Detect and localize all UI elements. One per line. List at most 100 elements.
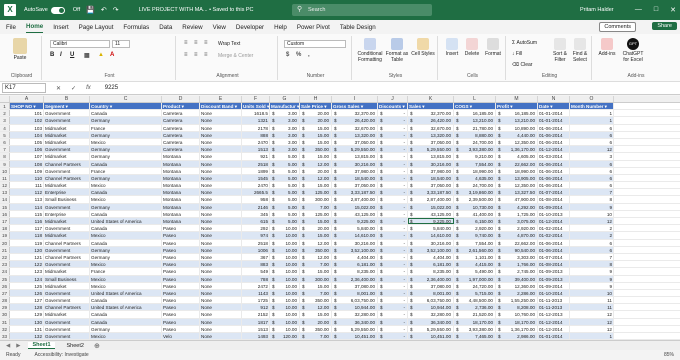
table-cell[interactable]: 2472 — [242, 282, 270, 289]
table-cell[interactable]: None — [200, 275, 242, 282]
table-cell[interactable]: $3,93,380.00 — [454, 146, 496, 153]
table-cell[interactable]: $37,080.00 — [332, 282, 378, 289]
table-cell[interactable]: None — [200, 124, 242, 131]
table-cell[interactable]: 6 — [570, 182, 614, 189]
table-cell[interactable]: Germany — [90, 246, 162, 253]
table-cell[interactable]: Channel Partners — [44, 174, 90, 182]
table-cell[interactable]: 103 — [10, 124, 44, 131]
row-number[interactable]: 1 — [0, 103, 10, 110]
table-cell[interactable]: 1 — [570, 117, 614, 124]
table-cell[interactable]: Paseo — [162, 246, 200, 253]
row-number[interactable]: 25 — [0, 275, 10, 282]
table-cell[interactable]: $10.00 — [270, 311, 300, 318]
table-cell[interactable]: $4,292.00 — [496, 203, 538, 210]
table-cell[interactable]: $1,36,170.00 — [496, 146, 538, 153]
table-cell[interactable]: $15.00 — [300, 124, 332, 131]
wrap-text-button[interactable]: Wrap Text — [218, 41, 268, 47]
table-cell[interactable]: $2,87,400.00 — [408, 196, 454, 203]
table-cell[interactable]: None — [200, 138, 242, 146]
table-cell[interactable]: $15.00 — [300, 131, 332, 138]
tab-page-layout[interactable]: Page Layout — [79, 22, 114, 33]
table-cell[interactable]: None — [200, 318, 242, 325]
table-cell[interactable]: $5.00 — [270, 203, 300, 210]
table-cell[interactable]: None — [200, 146, 242, 153]
table-cell[interactable]: None — [200, 110, 242, 117]
table-cell[interactable]: $ - — [378, 325, 408, 332]
table-cell[interactable]: $15.00 — [300, 268, 332, 275]
table-cell[interactable]: Paseo — [162, 325, 200, 332]
table-cell[interactable]: 2665.5 — [242, 189, 270, 196]
table-cell[interactable]: $5,29,550.00 — [332, 146, 378, 153]
table-cell[interactable]: Government — [44, 297, 90, 304]
table-cell[interactable]: $ - — [378, 160, 408, 167]
fill-color-icon[interactable]: ▲ — [98, 52, 104, 58]
table-cell[interactable]: 8 — [570, 196, 614, 203]
table-cell[interactable]: 1 — [570, 110, 614, 117]
row-number[interactable]: 32 — [0, 325, 10, 332]
table-cell[interactable]: 01-01-2014 — [538, 333, 570, 340]
table-cell[interactable]: Germany — [90, 153, 162, 160]
table-cell[interactable]: None — [200, 289, 242, 297]
table-cell[interactable]: None — [200, 253, 242, 261]
table-header-cell[interactable]: Discount Band ▾ — [200, 103, 242, 110]
table-cell[interactable]: 129 — [10, 311, 44, 318]
table-cell[interactable]: Germany — [90, 117, 162, 124]
table-cell[interactable]: $18,170.00 — [454, 318, 496, 325]
comma-style-icon[interactable]: , — [308, 52, 310, 58]
tab-file[interactable]: File — [6, 22, 16, 33]
column-header-e[interactable]: E — [200, 96, 242, 102]
table-cell[interactable]: 1513 — [242, 146, 270, 153]
undo-icon[interactable]: ↶ — [101, 6, 107, 14]
addins-button[interactable]: Add-ins — [596, 38, 618, 57]
table-cell[interactable]: $10,451.00 — [332, 333, 378, 340]
row-number[interactable]: 9 — [0, 160, 10, 167]
autosum-button[interactable]: Σ AutoSum — [512, 40, 552, 46]
table-cell[interactable]: $6,150.00 — [454, 218, 496, 225]
sort-filter-button[interactable]: Sort & Filter — [550, 38, 570, 63]
table-cell[interactable]: $13,815.00 — [332, 153, 378, 160]
table-cell[interactable]: $3,075.00 — [496, 218, 538, 225]
table-cell[interactable]: 7 — [570, 189, 614, 196]
table-cell[interactable]: Paseo — [162, 261, 200, 268]
table-cell[interactable]: $15.00 — [300, 218, 332, 225]
table-cell[interactable]: Carretera — [162, 110, 200, 117]
table-cell[interactable]: $13,210.00 — [496, 117, 538, 124]
table-cell[interactable]: 12 — [570, 318, 614, 325]
paste-button[interactable]: Paste — [8, 38, 32, 61]
table-cell[interactable]: Germany — [90, 174, 162, 182]
table-cell[interactable]: $9,225.00 — [332, 218, 378, 225]
align-middle-icon[interactable]: ≡ — [194, 40, 198, 46]
row-number[interactable]: 33 — [0, 333, 10, 340]
table-cell[interactable]: 2470 — [242, 138, 270, 146]
table-cell[interactable]: $ - — [378, 232, 408, 239]
table-cell[interactable]: Canada — [90, 297, 162, 304]
table-cell[interactable]: 01-06-2014 — [538, 131, 570, 138]
row-number[interactable]: 11 — [0, 174, 10, 182]
row-number[interactable]: 10 — [0, 167, 10, 174]
table-cell[interactable]: 104 — [10, 131, 44, 138]
align-top-icon[interactable]: ≡ — [184, 40, 188, 46]
table-cell[interactable]: $5.00 — [270, 189, 300, 196]
table-cell[interactable]: 01-06-2014 — [538, 167, 570, 174]
table-cell[interactable]: 12 — [570, 325, 614, 332]
table-cell[interactable]: Government — [44, 117, 90, 124]
sheet-tab-sheet1[interactable]: Sheet1 — [28, 342, 55, 349]
table-cell[interactable]: $32,370.00 — [408, 110, 454, 117]
table-cell[interactable]: $1,97,000.00 — [454, 275, 496, 282]
tab-power-pivot[interactable]: Power Pivot — [297, 22, 330, 33]
table-cell[interactable]: $2,920.00 — [454, 225, 496, 232]
table-cell[interactable]: 6 — [570, 131, 614, 138]
table-cell[interactable]: None — [200, 160, 242, 167]
font-size-dropdown[interactable]: 11 — [112, 40, 130, 48]
fx-icon[interactable]: fx — [86, 85, 91, 91]
delete-cells-button[interactable]: Delete — [462, 38, 482, 57]
table-cell[interactable]: $ - — [378, 239, 408, 246]
table-cell[interactable]: $ - — [378, 289, 408, 297]
table-cell[interactable]: $36,340.00 — [408, 318, 454, 325]
table-cell[interactable]: $24,700.00 — [454, 138, 496, 146]
table-cell[interactable]: $4,415.00 — [454, 261, 496, 268]
table-cell[interactable]: Mexico — [90, 138, 162, 146]
table-cell[interactable]: $5.00 — [270, 182, 300, 189]
tab-view[interactable]: View — [213, 22, 226, 33]
table-cell[interactable]: 01-12-2013 — [538, 311, 570, 318]
